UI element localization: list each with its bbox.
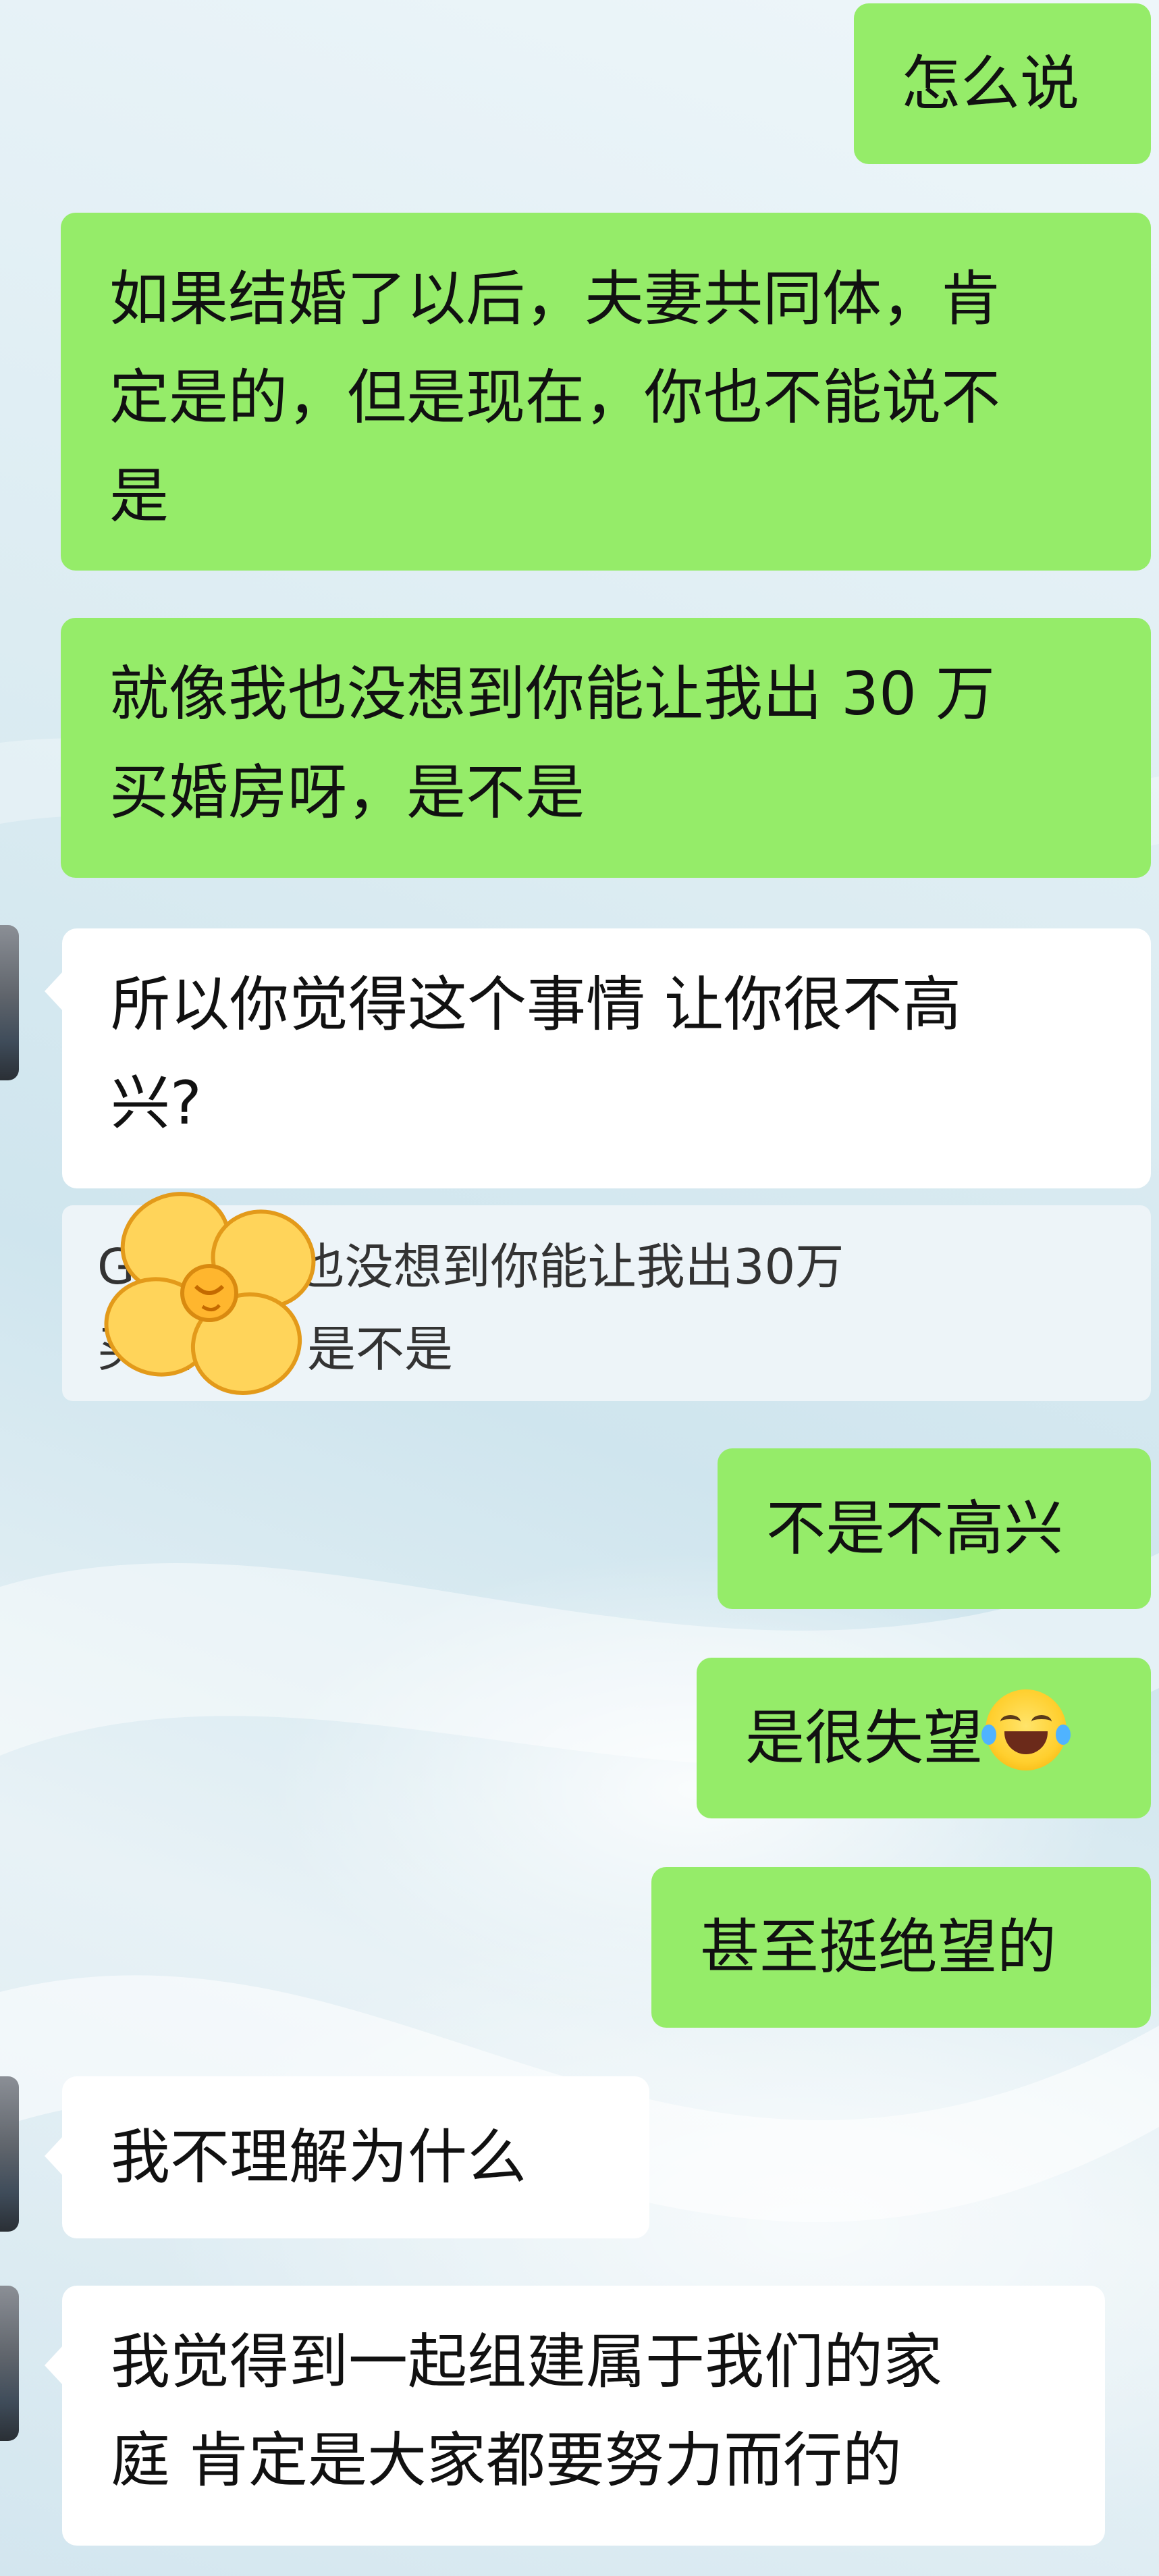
- message-bubble-sent[interactable]: 如果结婚了以后，夫妻共同体，肯 定是的，但是现在，你也不能说不 是: [61, 213, 1151, 571]
- contact-avatar[interactable]: [0, 925, 19, 1080]
- message-text: 买婚房呀，是不是: [109, 758, 585, 827]
- yellow-flower-sticker: [104, 1192, 316, 1395]
- message-text: 就像我也没想到你能让我出 30 万: [109, 659, 995, 729]
- contact-avatar[interactable]: [0, 2076, 19, 2232]
- message-text: 所以你觉得这个事情 让你很不高: [111, 970, 961, 1039]
- bubble-tail: [45, 972, 62, 1010]
- message-text: 是: [109, 461, 169, 531]
- message-text: 我觉得到一起组建属于我们的家: [111, 2327, 943, 2396]
- message-text: 是很失望: [745, 1689, 1104, 1787]
- message-bubble-sent[interactable]: 甚至挺绝望的: [651, 1867, 1151, 2028]
- grinning-tears-emoji: [981, 1689, 1071, 1770]
- message-text: 甚至挺绝望的: [700, 1912, 1057, 1982]
- message-bubble-received[interactable]: 所以你觉得这个事情 让你很不高 兴?: [62, 928, 1151, 1188]
- message-bubble-sent[interactable]: 就像我也没想到你能让我出 30 万 买婚房呀，是不是: [61, 618, 1151, 878]
- message-text: 庭 肯定是大家都要努力而行的: [111, 2425, 902, 2495]
- message-text: 不是不高兴: [766, 1494, 1064, 1563]
- message-bubble-received[interactable]: 我不理解为什么: [62, 2076, 649, 2238]
- message-text: 定是的，但是现在，你也不能说不: [109, 363, 1001, 432]
- contact-avatar[interactable]: [0, 2286, 19, 2441]
- message-bubble-sent[interactable]: 是很失望: [697, 1658, 1151, 1818]
- message-text: 怎么说: [901, 49, 1080, 118]
- bubble-tail: [45, 2137, 62, 2175]
- message-bubble-sent[interactable]: 怎么说: [854, 3, 1151, 164]
- message-text: 兴?: [111, 1068, 202, 1138]
- message-bubble-sent[interactable]: 不是不高兴: [718, 1448, 1151, 1609]
- message-bubble-received[interactable]: 我觉得到一起组建属于我们的家 庭 肯定是大家都要努力而行的: [62, 2286, 1105, 2546]
- message-text: 我不理解为什么: [111, 2122, 527, 2192]
- bubble-tail: [45, 2346, 62, 2384]
- message-text: 如果结婚了以后，夫妻共同体，肯: [109, 264, 1001, 334]
